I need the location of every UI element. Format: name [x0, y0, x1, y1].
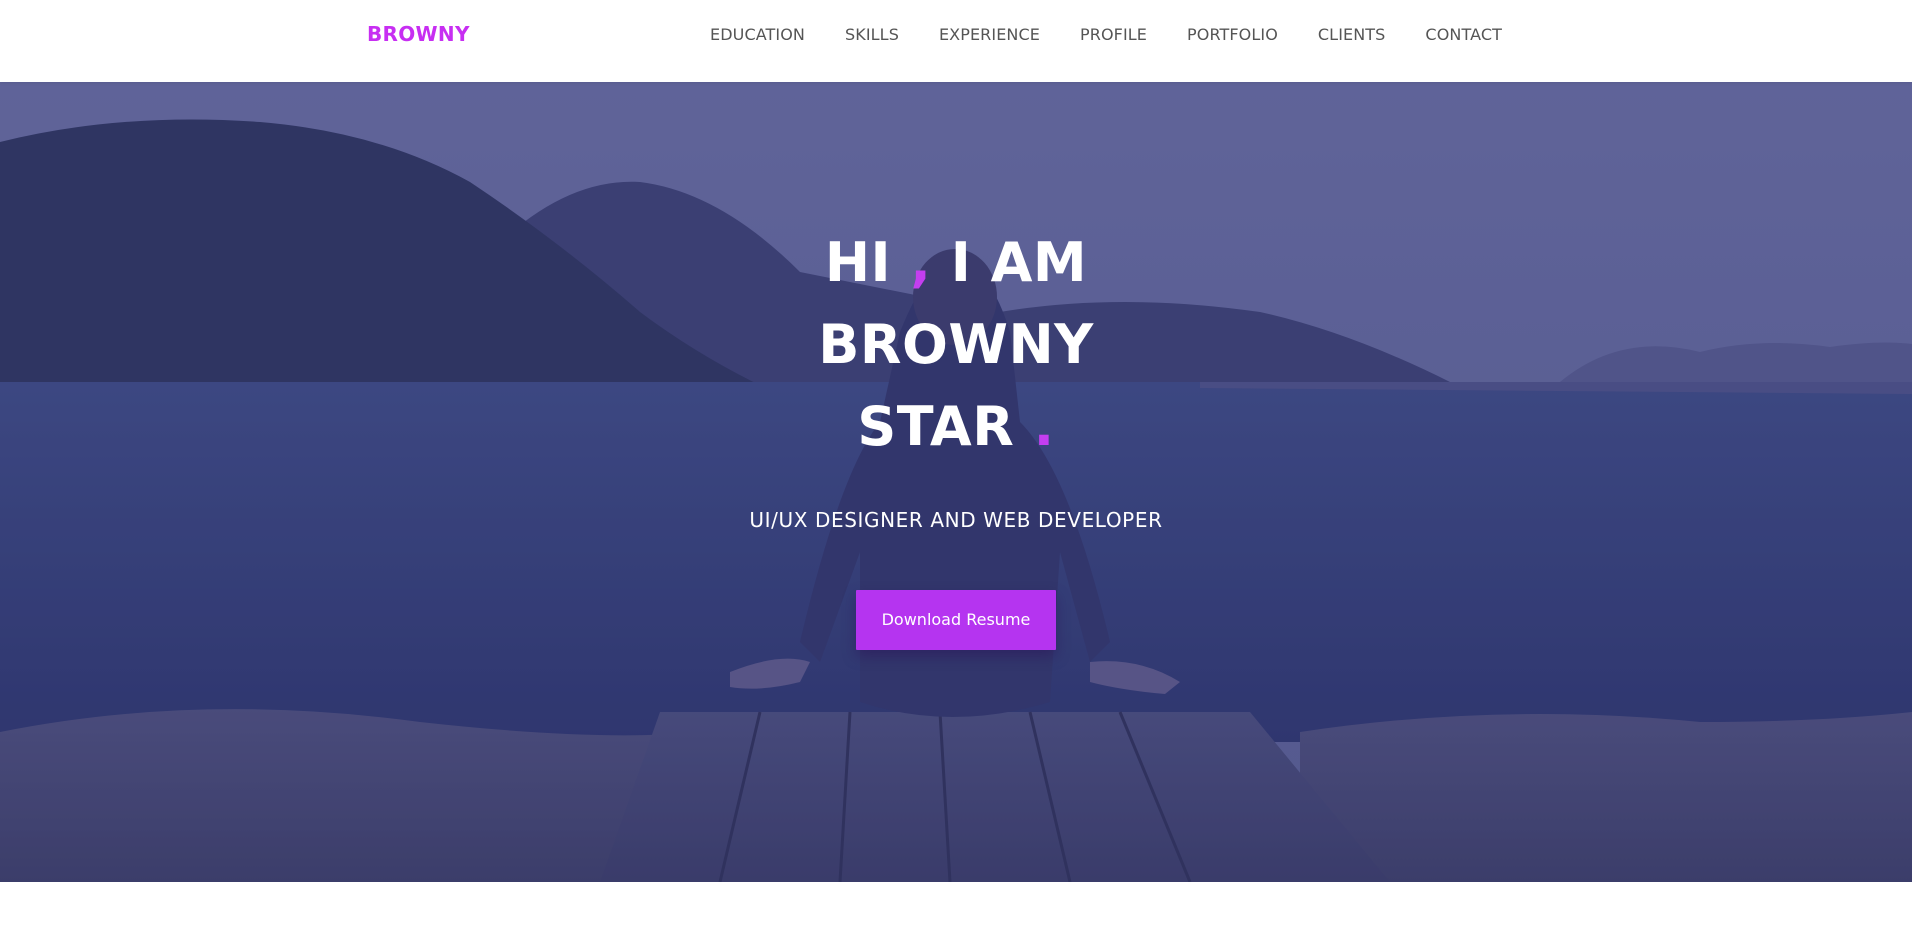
page-bottom — [0, 882, 1912, 930]
hero-subtitle: UI/UX DESIGNER AND WEB DEVELOPER — [749, 508, 1163, 532]
headline-hi: HI — [824, 231, 911, 294]
headline-comma: , — [910, 231, 932, 294]
hero-content: HI , I AM BROWNY STAR . UI/UX DESIGNER A… — [0, 222, 1912, 650]
headline-line-1: HI , I AM — [0, 222, 1912, 304]
top-navbar: BROWNY EDUCATION SKILLS EXPERIENCE PROFI… — [0, 0, 1912, 82]
headline-dot: . — [1033, 395, 1055, 458]
nav-link-skills[interactable]: SKILLS — [845, 25, 899, 44]
brand-logo[interactable]: BROWNY — [367, 22, 470, 46]
nav-item-education: EDUCATION — [710, 25, 805, 44]
nav-link-contact[interactable]: CONTACT — [1425, 25, 1502, 44]
nav-item-experience: EXPERIENCE — [939, 25, 1040, 44]
headline-line-3: STAR . — [0, 386, 1912, 468]
nav-link-clients[interactable]: CLIENTS — [1318, 25, 1386, 44]
nav-item-contact: CONTACT — [1425, 25, 1502, 44]
headline-i-am: I AM — [931, 231, 1088, 294]
nav-link-education[interactable]: EDUCATION — [710, 25, 805, 44]
headline-star: STAR — [857, 395, 1034, 458]
hero-section: HI , I AM BROWNY STAR . UI/UX DESIGNER A… — [0, 82, 1912, 882]
nav-item-portfolio: PORTFOLIO — [1187, 25, 1278, 44]
nav-link-profile[interactable]: PROFILE — [1080, 25, 1147, 44]
headline-line-2: BROWNY — [818, 313, 1094, 376]
download-resume-button[interactable]: Download Resume — [856, 590, 1056, 650]
nav-item-profile: PROFILE — [1080, 25, 1147, 44]
nav-item-clients: CLIENTS — [1318, 25, 1386, 44]
nav-item-skills: SKILLS — [845, 25, 899, 44]
hero-headline: HI , I AM BROWNY STAR . — [0, 222, 1912, 468]
nav-link-experience[interactable]: EXPERIENCE — [939, 25, 1040, 44]
nav-link-portfolio[interactable]: PORTFOLIO — [1187, 25, 1278, 44]
nav-menu: EDUCATION SKILLS EXPERIENCE PROFILE PORT… — [670, 25, 1502, 44]
